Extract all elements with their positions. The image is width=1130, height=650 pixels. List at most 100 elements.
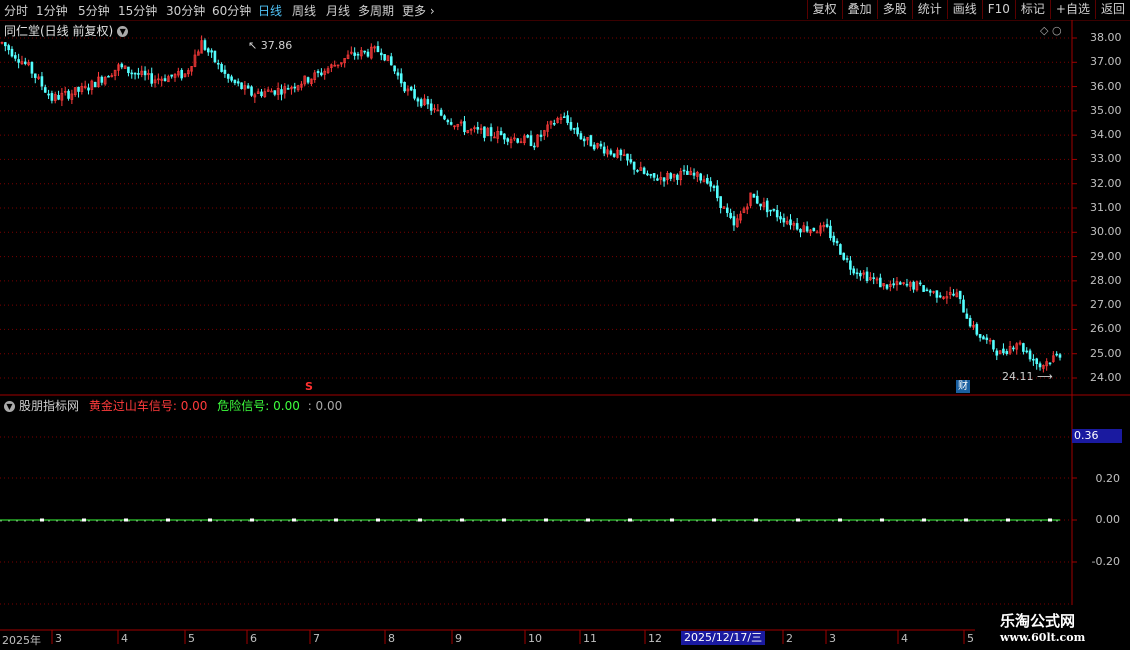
chevron-down-icon[interactable]: ▼ (4, 401, 15, 412)
candle-body (306, 77, 310, 83)
candle-body (539, 134, 543, 137)
candle-body (1025, 350, 1029, 353)
candle-body (676, 174, 679, 180)
candle-body (842, 252, 846, 260)
candle-body (57, 95, 60, 100)
price-axis-label: 24.00 (1090, 371, 1122, 384)
candle-body (180, 69, 183, 79)
candle-body (120, 63, 124, 68)
candle-body (832, 235, 836, 243)
candle-body (892, 283, 895, 286)
chart-title[interactable]: 同仁堂(日线 前复权) ▼ (4, 22, 129, 39)
price-axis-label: 34.00 (1090, 128, 1122, 142)
candle-body (127, 66, 130, 73)
candle-body (1032, 358, 1035, 361)
candle-body (865, 271, 869, 282)
candle-body (928, 290, 932, 293)
candle-body (516, 138, 519, 143)
financial-badge[interactable]: 财 (956, 380, 970, 393)
candle-body (712, 185, 716, 188)
candle-body (765, 200, 769, 213)
indicator-title[interactable]: ▼ 股朋指标网 黄金过山车信号: 0.00 危险信号: 0.00 : 0.00 (4, 397, 342, 414)
indicator-marker (208, 518, 212, 522)
candlestick-chart[interactable] (0, 0, 1130, 650)
gold-signal-value: : 0.00 (172, 399, 208, 413)
low-price-value: 24.11 (1002, 370, 1034, 383)
candle-body (918, 282, 922, 285)
candle-body (925, 289, 929, 292)
candle-body (363, 50, 366, 53)
candle-body (602, 146, 606, 154)
date-axis-label: 3 (55, 632, 62, 645)
candle-body (968, 317, 972, 327)
candle-body (642, 167, 646, 174)
candle-body (240, 82, 243, 90)
candle-body (1038, 363, 1042, 368)
price-axis-label: 27.00 (1090, 298, 1122, 312)
candle-body (376, 46, 380, 52)
indicator-marker (544, 518, 548, 522)
date-axis-label: 2 (786, 632, 793, 645)
date-axis-label: 7 (313, 632, 320, 645)
candle-body (905, 283, 909, 286)
price-axis-label: 28.00 (1090, 273, 1122, 287)
candle-body (316, 71, 320, 74)
candle-body (612, 153, 616, 157)
candle-body (795, 223, 799, 230)
candle-body (626, 153, 629, 161)
indicator-marker (754, 518, 758, 522)
indicator-axis-label: 0.00 (1095, 513, 1121, 526)
candle-body (439, 109, 443, 116)
candle-body (446, 120, 450, 123)
candle-body (562, 116, 566, 118)
date-axis-label: 5 (188, 632, 195, 645)
candle-body (835, 240, 839, 244)
indicator-marker (292, 518, 296, 522)
candle-body (716, 185, 719, 199)
candle-body (576, 127, 579, 135)
candle-body (87, 87, 90, 91)
candle-body (589, 135, 593, 147)
candle-body (223, 69, 227, 74)
candle-body (985, 337, 989, 341)
candle-body (107, 75, 110, 78)
candle-body (320, 72, 323, 76)
date-axis-label: 9 (455, 632, 462, 645)
candle-body (10, 48, 14, 57)
candle-body (1005, 351, 1009, 354)
candle-body (100, 76, 104, 83)
candle-body (379, 52, 383, 56)
candle-body (416, 98, 420, 102)
candle-body (859, 272, 862, 277)
candle-body (992, 340, 995, 350)
candle-body (4, 42, 7, 47)
diamond-icon[interactable]: ◇ (1040, 24, 1048, 37)
candle-body (389, 56, 393, 66)
candle-body (975, 324, 979, 335)
chevron-down-icon[interactable]: ▼ (117, 26, 129, 37)
candle-body (825, 224, 829, 227)
indicator-marker (166, 518, 170, 522)
candle-body (852, 268, 856, 274)
candle-body (7, 45, 10, 51)
candle-body (403, 81, 406, 92)
circle-icon[interactable]: ○ (1052, 24, 1062, 37)
candle-body (812, 227, 816, 232)
indicator-marker (838, 518, 842, 522)
candle-body (922, 285, 925, 292)
candle-body (1028, 350, 1032, 360)
high-price-label: ↖ 37.86 (248, 39, 293, 52)
candle-body (789, 219, 792, 226)
candle-body (47, 93, 50, 96)
candle-body (958, 290, 962, 300)
candle-body (732, 216, 736, 226)
candle-body (23, 61, 27, 64)
candle-body (978, 334, 982, 338)
candle-body (682, 169, 686, 172)
candle-body (449, 122, 453, 125)
candle-body (133, 72, 137, 75)
candle-body (170, 74, 173, 77)
candle-body (599, 143, 603, 147)
candle-body (649, 174, 653, 176)
price-axis-label: 36.00 (1090, 79, 1122, 93)
